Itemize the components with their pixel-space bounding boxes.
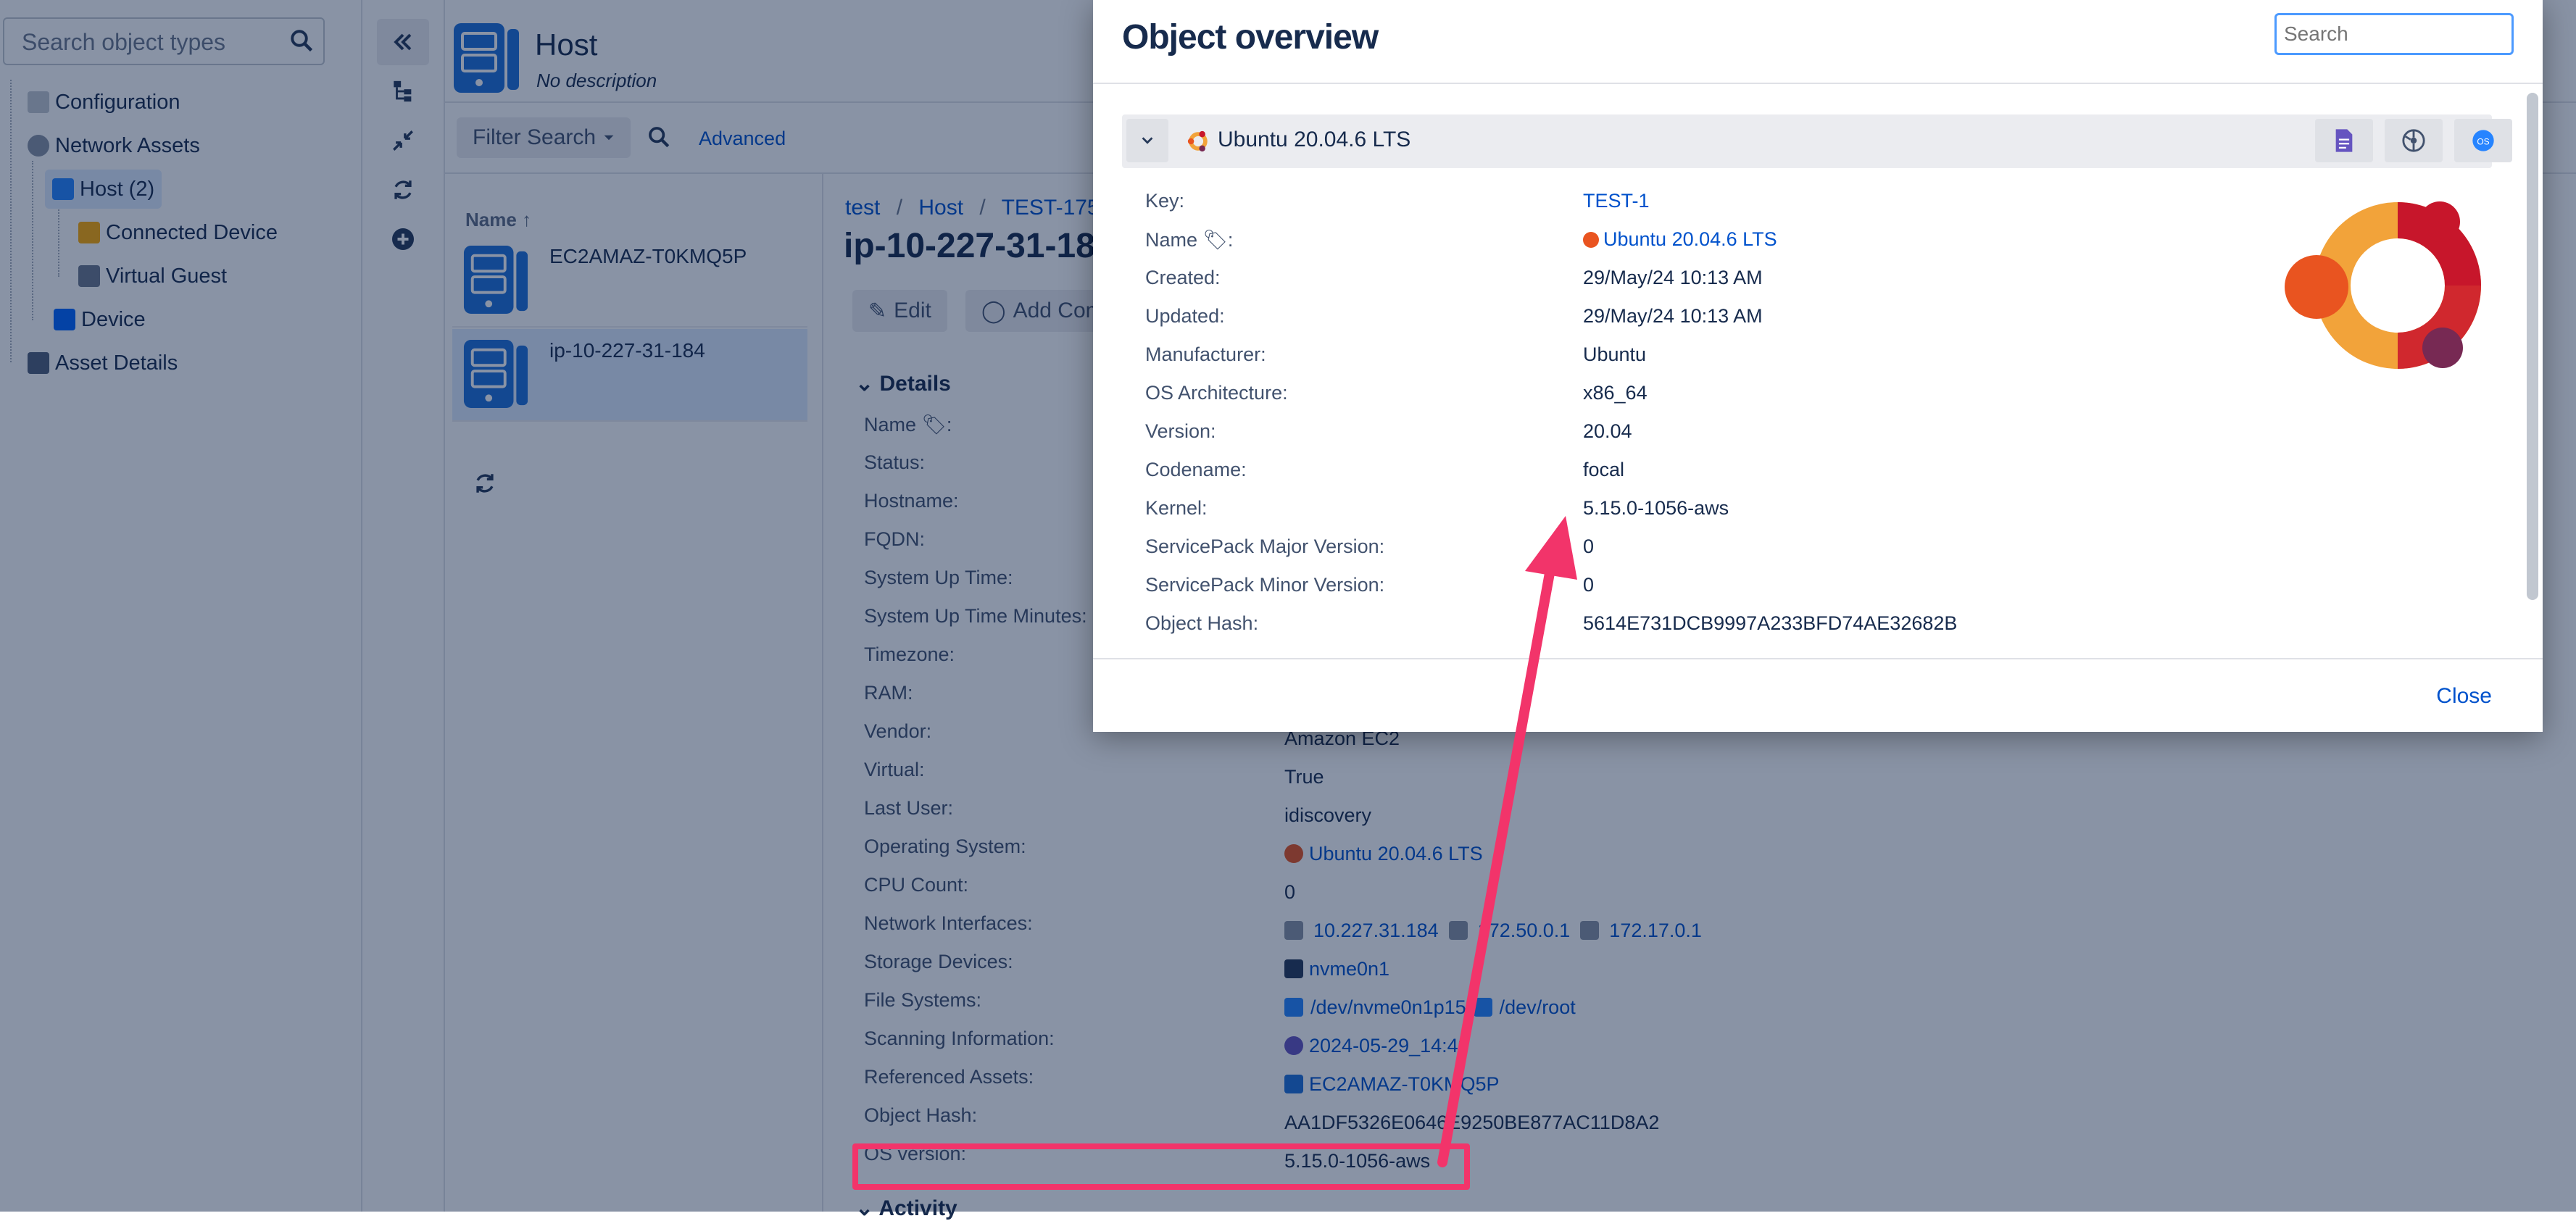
annotation-arrow — [1437, 516, 1577, 1167]
